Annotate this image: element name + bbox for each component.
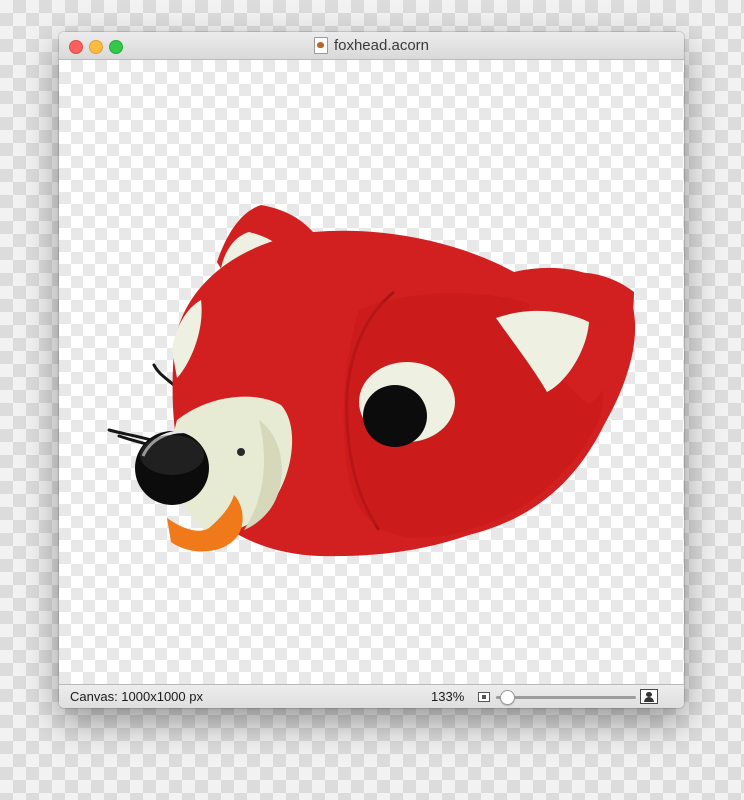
window-title-group: foxhead.acorn <box>59 32 684 59</box>
eye-pupil <box>363 385 427 447</box>
zoom-percentage: 133% <box>431 689 465 704</box>
fox-head-image <box>107 205 636 557</box>
title-bar[interactable]: foxhead.acorn <box>59 32 684 60</box>
canvas-size-label: Canvas: 1000x1000 px <box>70 689 203 704</box>
window-title: foxhead.acorn <box>333 37 430 54</box>
image-canvas[interactable] <box>59 60 684 684</box>
zoom-out-icon[interactable] <box>478 692 490 702</box>
zoom-in-icon[interactable] <box>640 689 658 704</box>
document-proxy-icon[interactable] <box>313 37 328 54</box>
snout-dot <box>237 448 245 456</box>
nose-shine <box>140 435 204 475</box>
document-window: foxhead.acorn Canvas: 1000x1000 px 133% <box>59 32 684 708</box>
zoom-slider[interactable] <box>496 696 636 699</box>
status-bar: Canvas: 1000x1000 px 133% <box>59 684 684 708</box>
zoom-slider-thumb[interactable] <box>499 690 515 705</box>
